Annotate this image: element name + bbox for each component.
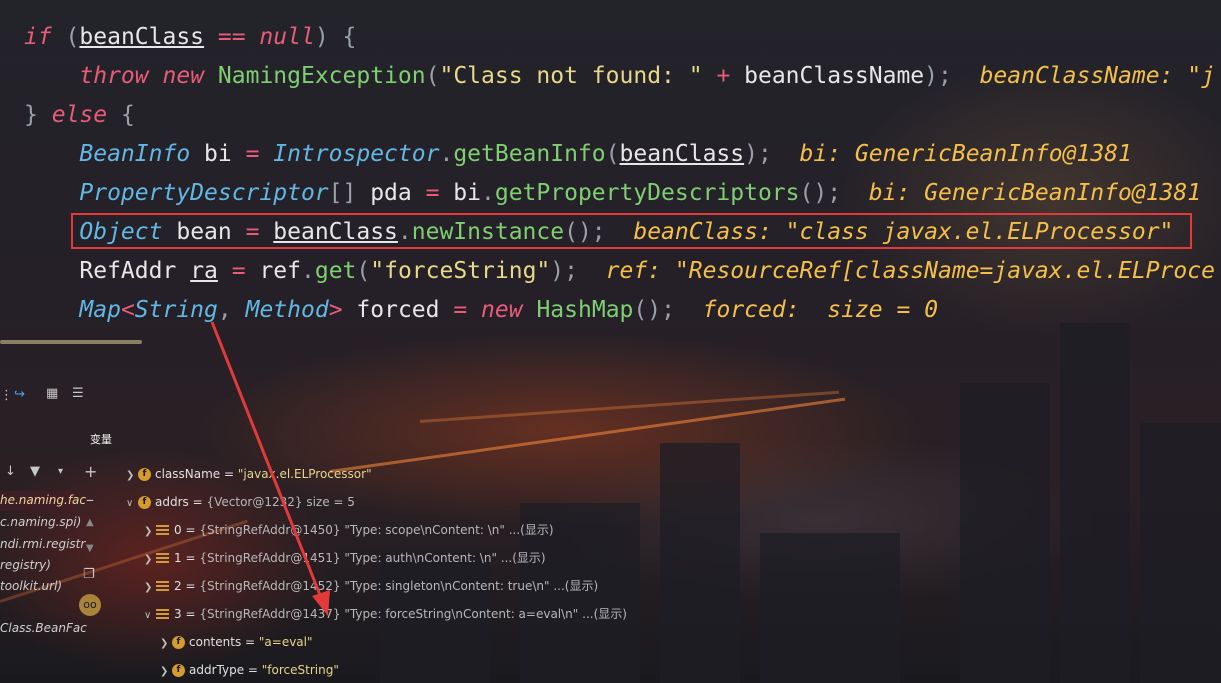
annotation-arrow-head (312, 590, 330, 616)
annotation-arrow (210, 321, 330, 616)
annotation-arrow-line (210, 321, 324, 601)
